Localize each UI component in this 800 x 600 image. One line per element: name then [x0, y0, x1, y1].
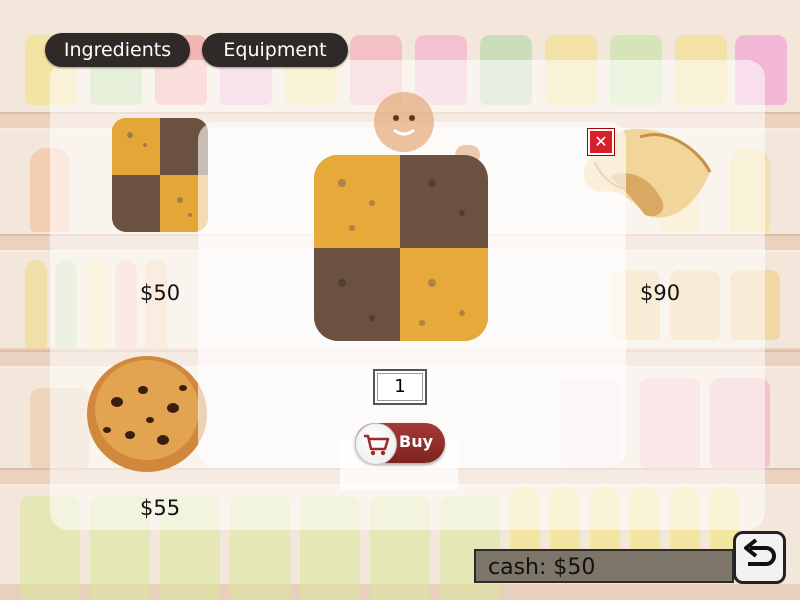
checkerboard-cookie-icon: [112, 118, 208, 232]
buy-button-label: Buy: [399, 432, 434, 451]
shop-item-checkerboard-cookie[interactable]: [110, 115, 210, 233]
cash-display: cash: $50: [474, 549, 734, 583]
price-chocolate-chip-cookie: $55: [140, 496, 181, 520]
tab-ingredients[interactable]: Ingredients: [45, 33, 190, 67]
chocolate-chip-cookie-icon: [87, 356, 207, 472]
back-button[interactable]: [733, 531, 786, 584]
undo-arrow-icon: [744, 538, 776, 566]
price-fortune-cookie: $90: [640, 281, 681, 305]
close-icon: ✕: [594, 132, 608, 151]
price-checkerboard-cookie: $50: [140, 281, 181, 305]
close-button[interactable]: ✕: [588, 129, 614, 155]
tab-equipment[interactable]: Equipment: [202, 33, 348, 67]
detail-item-image: [312, 153, 490, 343]
buy-button[interactable]: Buy: [355, 423, 445, 465]
cart-icon: [355, 423, 397, 465]
shop-item-chocolate-chip-cookie[interactable]: [85, 350, 215, 475]
checkerboard-cookie-icon: [314, 155, 488, 341]
quantity-input[interactable]: 1: [373, 369, 427, 405]
